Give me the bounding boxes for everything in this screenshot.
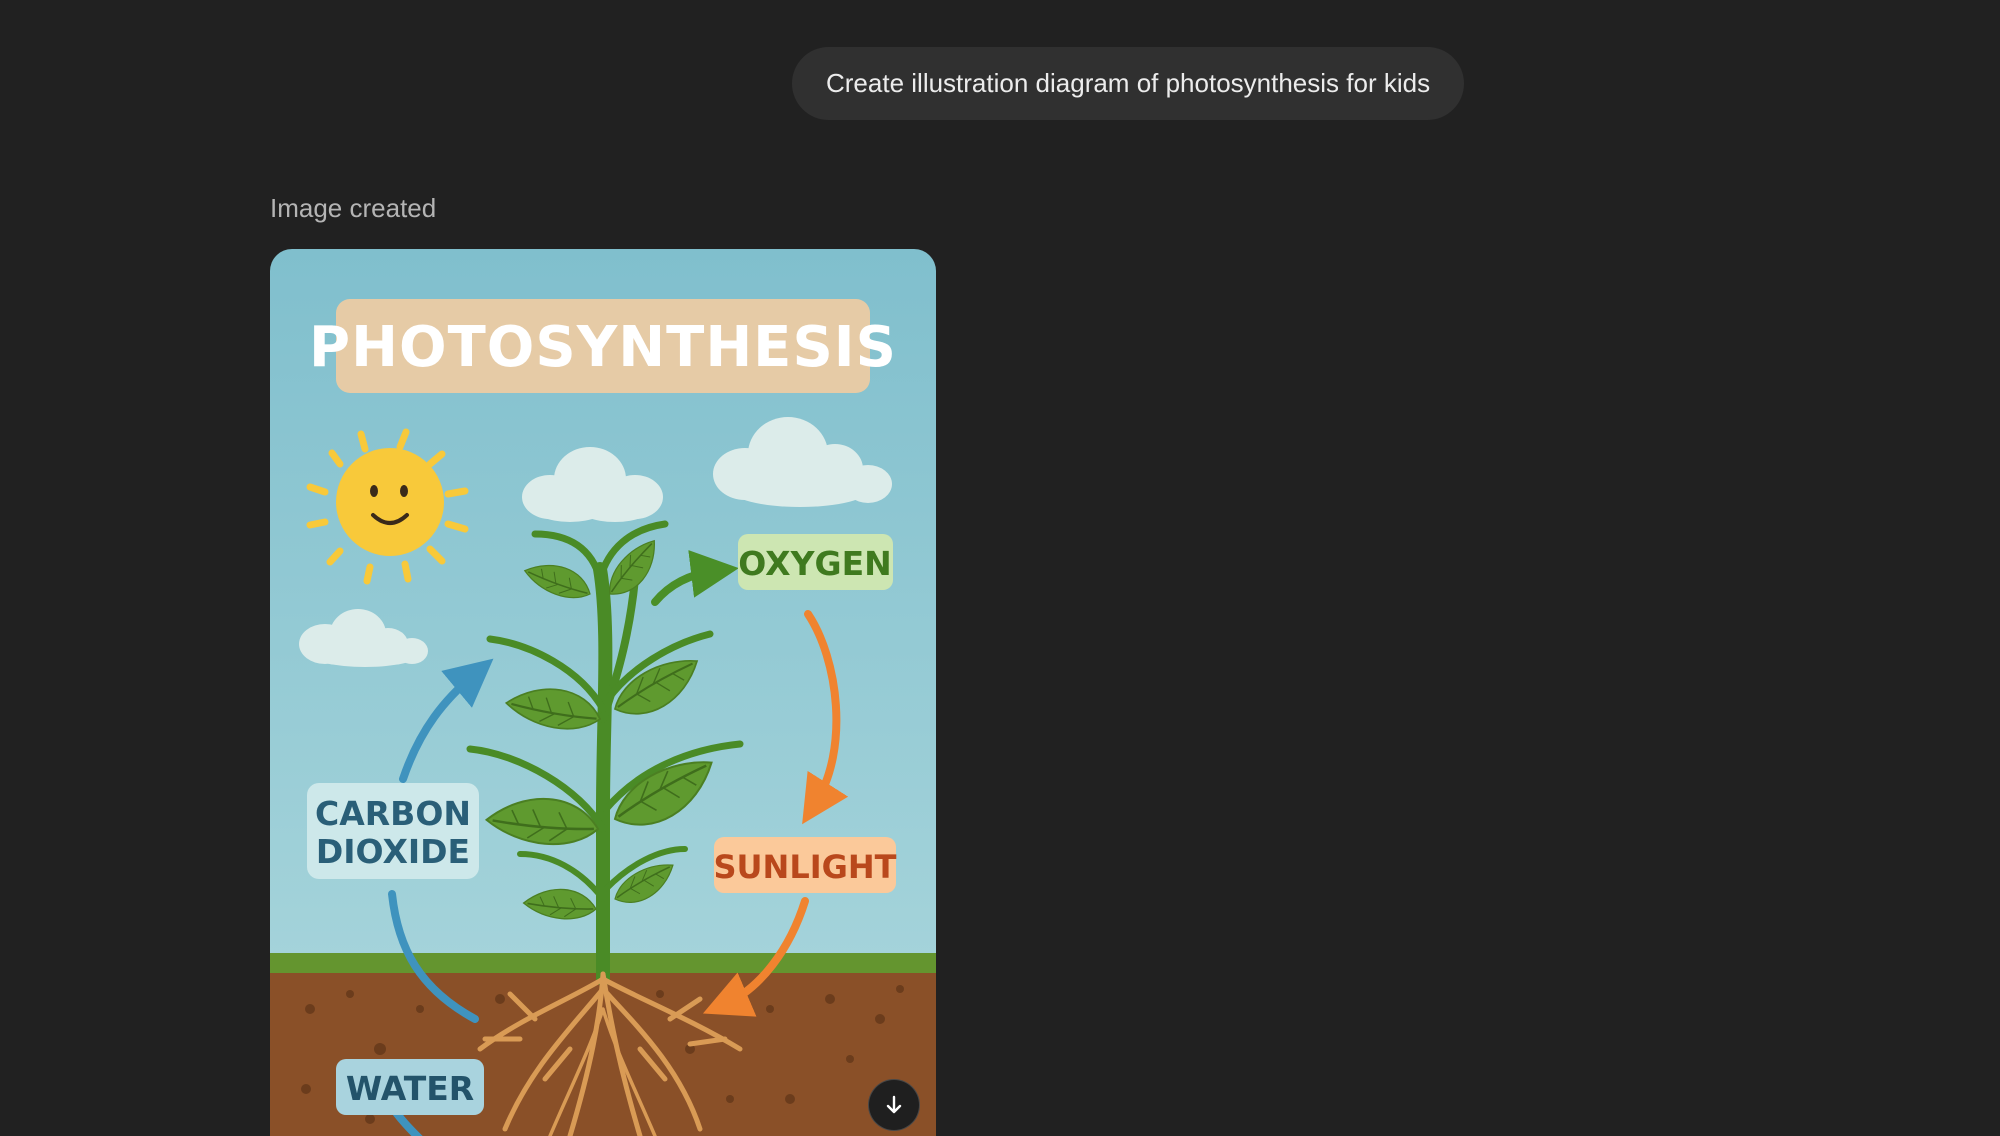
- image-created-label: Image created: [270, 193, 437, 223]
- user-message-bubble: Create illustration diagram of photosynt…: [792, 47, 1465, 120]
- arrow-down-icon: [886, 1095, 902, 1114]
- user-message-text: Create illustration diagram of photosynt…: [826, 68, 1431, 98]
- carbon-label-line2: DIOXIDE: [316, 832, 470, 871]
- sunlight-label: SUNLIGHT: [714, 848, 897, 886]
- photosynthesis-illustration: PHOTOSYNTHESIS OXYGEN CARBON DIOXIDE SUN…: [270, 249, 936, 1136]
- water-label: WATER: [346, 1069, 474, 1108]
- generated-image[interactable]: PHOTOSYNTHESIS OXYGEN CARBON DIOXIDE SUN…: [270, 249, 936, 1136]
- illustration-title: PHOTOSYNTHESIS: [309, 315, 897, 380]
- chat-page: Create illustration diagram of photosynt…: [0, 0, 2000, 1136]
- oxygen-label: OXYGEN: [738, 544, 891, 583]
- download-button[interactable]: [868, 1079, 920, 1131]
- carbon-label-line1: CARBON: [315, 794, 471, 833]
